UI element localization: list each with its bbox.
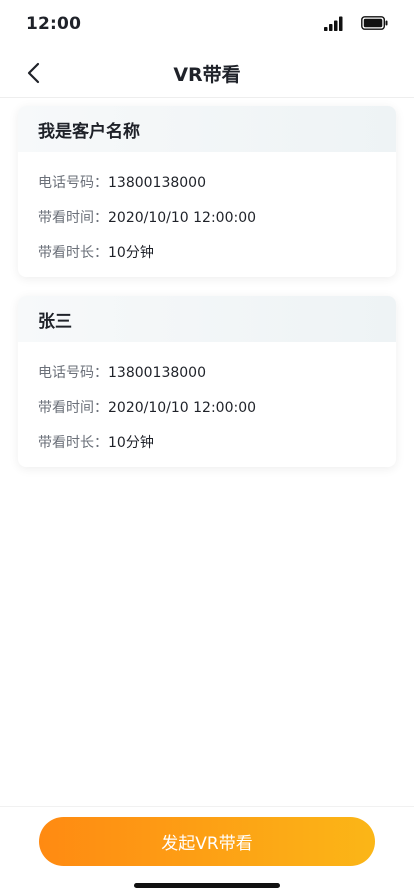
start-vr-viewing-button[interactable]: 发起VR带看 bbox=[39, 817, 375, 866]
duration-label: 带看时长： bbox=[38, 245, 108, 261]
phone-value: 13800138000 bbox=[108, 365, 206, 381]
phone-row: 电话号码： 13800138000 bbox=[38, 364, 376, 399]
customer-list: 我是客户名称 电话号码： 13800138000 带看时间： 2020/10/1… bbox=[18, 106, 396, 486]
viewing-time-value: 2020/10/10 12:00:00 bbox=[108, 210, 257, 226]
viewing-time-label: 带看时间： bbox=[38, 210, 108, 226]
status-bar: 12:00 bbox=[0, 0, 414, 48]
customer-card[interactable]: 我是客户名称 电话号码： 13800138000 带看时间： 2020/10/1… bbox=[18, 106, 396, 277]
customer-name: 张三 bbox=[38, 311, 72, 332]
bottom-bar: 发起VR带看 bbox=[0, 806, 414, 896]
signal-icon bbox=[324, 16, 343, 31]
duration-value: 10分钟 bbox=[108, 245, 154, 261]
customer-card[interactable]: 张三 电话号码： 13800138000 带看时间： 2020/10/10 12… bbox=[18, 296, 396, 467]
status-time: 12:00 bbox=[26, 14, 82, 34]
phone-label: 电话号码： bbox=[38, 365, 108, 381]
phone-label: 电话号码： bbox=[38, 175, 108, 191]
customer-name: 我是客户名称 bbox=[38, 121, 140, 142]
viewing-time-row: 带看时间： 2020/10/10 12:00:00 bbox=[38, 209, 376, 244]
card-body: 电话号码： 13800138000 带看时间： 2020/10/10 12:00… bbox=[18, 152, 396, 277]
viewing-time-label: 带看时间： bbox=[38, 400, 108, 416]
page-title: VR带看 bbox=[173, 64, 241, 86]
card-header: 我是客户名称 bbox=[18, 106, 396, 152]
phone-value: 13800138000 bbox=[108, 175, 206, 191]
viewing-time-row: 带看时间： 2020/10/10 12:00:00 bbox=[38, 399, 376, 434]
card-body: 电话号码： 13800138000 带看时间： 2020/10/10 12:00… bbox=[18, 342, 396, 467]
home-indicator bbox=[134, 883, 280, 888]
battery-icon bbox=[361, 16, 388, 30]
card-header: 张三 bbox=[18, 296, 396, 342]
duration-value: 10分钟 bbox=[108, 435, 154, 451]
duration-row: 带看时长： 10分钟 bbox=[38, 244, 376, 277]
phone-row: 电话号码： 13800138000 bbox=[38, 174, 376, 209]
nav-bar: VR带看 bbox=[0, 48, 414, 98]
duration-label: 带看时长： bbox=[38, 435, 108, 451]
duration-row: 带看时长： 10分钟 bbox=[38, 434, 376, 467]
viewing-time-value: 2020/10/10 12:00:00 bbox=[108, 400, 257, 416]
